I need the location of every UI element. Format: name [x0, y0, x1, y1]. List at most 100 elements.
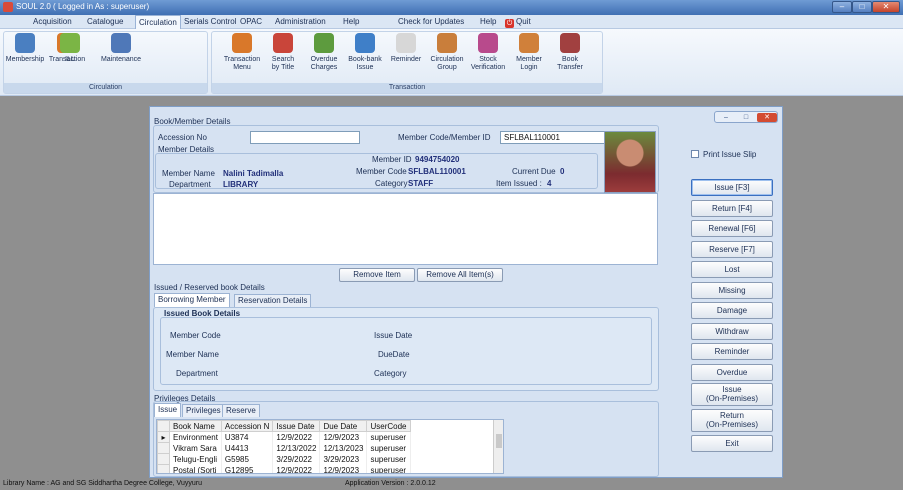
ribbon-button-sublabel: Transfer	[557, 64, 583, 71]
damage-button[interactable]: Damage	[691, 302, 773, 319]
ribbon-button-maintenance[interactable]: Maintenance	[100, 33, 142, 64]
table-cell[interactable]: 12/9/2022	[272, 464, 321, 473]
table-cell[interactable]: superuser	[366, 453, 411, 465]
column-header[interactable]: Due Date	[319, 420, 368, 432]
print-issue-slip-checkbox[interactable]	[691, 150, 699, 158]
row-header[interactable]	[157, 453, 170, 465]
issue-button[interactable]: Issue [F3]	[691, 179, 773, 196]
table-cell[interactable]: 12/13/2023	[319, 442, 368, 454]
menu-quit[interactable]: ⏻ Quit	[505, 17, 531, 28]
row-header[interactable]	[157, 442, 170, 454]
table-row[interactable]: ▸ Environment U3874 12/9/2022 12/9/2023 super…	[157, 431, 411, 443]
accession-input[interactable]	[250, 131, 360, 144]
ribbon-button-label: Book-bank	[348, 56, 382, 63]
table-cell[interactable]: G5985	[221, 453, 274, 465]
tab-reserve[interactable]: Reserve	[222, 404, 260, 417]
ribbon-button-book-bank[interactable]: Book-bank Issue	[345, 33, 385, 72]
remove-all-items-button[interactable]: Remove All Item(s)	[417, 268, 503, 282]
child-minimize-button[interactable]: –	[717, 113, 735, 122]
minimize-button[interactable]: –	[832, 1, 852, 13]
remove-item-button[interactable]: Remove Item	[339, 268, 415, 282]
ribbon-button-overdue[interactable]: Overdue Charges	[304, 33, 344, 72]
menu-serials-control[interactable]: Serials Control	[184, 17, 236, 26]
ribbon-button-circulation[interactable]: Circulation Group	[427, 33, 467, 72]
transaction-icon	[232, 33, 252, 53]
table-row[interactable]: Vikram Sara U4413 12/13/2022 12/13/2023 supe…	[157, 442, 411, 454]
table-cell[interactable]: Environment	[169, 431, 222, 443]
child-close-button[interactable]: ✕	[757, 113, 777, 122]
scrollbar-thumb[interactable]	[496, 434, 502, 448]
row-header[interactable]	[157, 464, 170, 473]
lost-button[interactable]: Lost	[691, 261, 773, 278]
reminder-button[interactable]: Reminder	[691, 343, 773, 360]
ribbon-group-label: Circulation	[4, 83, 207, 93]
table-cell[interactable]: U3874	[221, 431, 274, 443]
table-cell[interactable]: U4413	[221, 442, 274, 454]
overdue-button[interactable]: Overdue	[691, 363, 773, 381]
ribbon-button-ill[interactable]: ILL	[60, 33, 80, 64]
tab-privileges[interactable]: Privileges	[182, 404, 225, 417]
window-title: SOUL 2.0 ( Logged in As : superuser)	[16, 2, 150, 11]
missing-button[interactable]: Missing	[691, 281, 773, 299]
return-on-premises-button[interactable]: Return (On-Premises)	[691, 409, 773, 432]
table-cell[interactable]: 12/9/2023	[319, 431, 368, 443]
ribbon-button-sublabel: Login	[520, 64, 538, 71]
menu-help-2[interactable]: Help	[480, 17, 496, 26]
ribbon-button-search[interactable]: Search by Title	[263, 33, 303, 72]
menu-opac[interactable]: OPAC	[240, 17, 262, 26]
table-cell[interactable]: Vikram Sara	[169, 442, 222, 454]
current-due-label: Current Due	[512, 167, 556, 176]
column-header[interactable]: Issue Date	[272, 420, 321, 432]
menu-check-updates[interactable]: Check for Updates	[398, 17, 464, 26]
table-cell[interactable]: superuser	[366, 464, 411, 473]
issued-member-code-label: Member Code	[170, 331, 221, 340]
column-header[interactable]: Accession N	[220, 420, 274, 432]
member-code-id-input[interactable]: SFLBAL110001	[500, 131, 610, 144]
ribbon-button-book[interactable]: Book Transfer	[550, 33, 590, 72]
return-button[interactable]: Return [F4]	[691, 199, 773, 217]
issue-window: – □ ✕ Book/Member Details Accession No M…	[149, 106, 783, 478]
menu-circulation[interactable]: Circulation	[135, 15, 181, 29]
table-cell[interactable]: superuser	[366, 442, 411, 454]
ribbon-button-member[interactable]: Member Login	[509, 33, 549, 72]
table-cell[interactable]: 12/9/2022	[272, 431, 321, 443]
renewal-button[interactable]: Renewal [F6]	[691, 220, 773, 237]
exit-button[interactable]: Exit	[691, 435, 773, 452]
member-code-value: SFLBAL110001	[408, 167, 466, 176]
reserve-button[interactable]: Reserve [F7]	[691, 240, 773, 258]
ribbon-button-membership[interactable]: Membership	[4, 33, 46, 64]
table-row[interactable]: Postal (Sorti G12895 12/9/2022 12/9/2023 sup…	[157, 464, 411, 473]
table-cell[interactable]: Postal (Sorti	[169, 464, 222, 473]
tab-reservation-details[interactable]: Reservation Details	[234, 294, 312, 307]
maximize-button[interactable]: □	[852, 1, 872, 13]
tab-borrowing-member[interactable]: Borrowing Member	[154, 293, 230, 307]
menu-administration[interactable]: Administration	[275, 17, 326, 26]
ribbon-button-sublabel: Menu	[233, 64, 251, 71]
table-cell[interactable]: Telugu-Engli	[169, 453, 222, 465]
child-restore-button[interactable]: □	[737, 113, 755, 122]
table-cell[interactable]: 3/29/2022	[272, 453, 321, 465]
table-row[interactable]: Telugu-Engli G5985 3/29/2022 3/29/2023 super…	[157, 453, 411, 465]
menu-acquisition[interactable]: Acquisition	[33, 17, 72, 26]
ribbon-button-transaction[interactable]: Transaction Menu	[222, 33, 262, 72]
table-cell[interactable]: 12/13/2022	[272, 442, 321, 454]
table-cell[interactable]: G12895	[221, 464, 274, 473]
row-header[interactable]: ▸	[157, 431, 170, 443]
column-header[interactable]: UserCode	[366, 420, 411, 432]
issued-books-grid[interactable]: Book Name Accession N Issue Date Due Dat…	[156, 419, 504, 474]
member-code-label: Member Code	[356, 167, 407, 176]
tab-issue[interactable]: Issue	[154, 403, 182, 417]
grid-scrollbar[interactable]	[493, 420, 503, 473]
table-cell[interactable]: 12/9/2023	[319, 464, 368, 473]
withdraw-button[interactable]: Withdraw	[691, 322, 773, 340]
ribbon-button-reminder[interactable]: Reminder	[386, 33, 426, 64]
menu-catalogue[interactable]: Catalogue	[87, 17, 123, 26]
close-button[interactable]: ✕	[872, 1, 900, 13]
issue-items-panel[interactable]	[153, 193, 658, 265]
table-cell[interactable]: 3/29/2023	[319, 453, 368, 465]
table-cell[interactable]: superuser	[366, 431, 411, 443]
ribbon-button-stock[interactable]: Stock Verification	[468, 33, 508, 72]
issue-on-premises-button[interactable]: Issue (On-Premises)	[691, 383, 773, 406]
menu-help[interactable]: Help	[343, 17, 359, 26]
column-header[interactable]: Book Name	[169, 420, 222, 432]
